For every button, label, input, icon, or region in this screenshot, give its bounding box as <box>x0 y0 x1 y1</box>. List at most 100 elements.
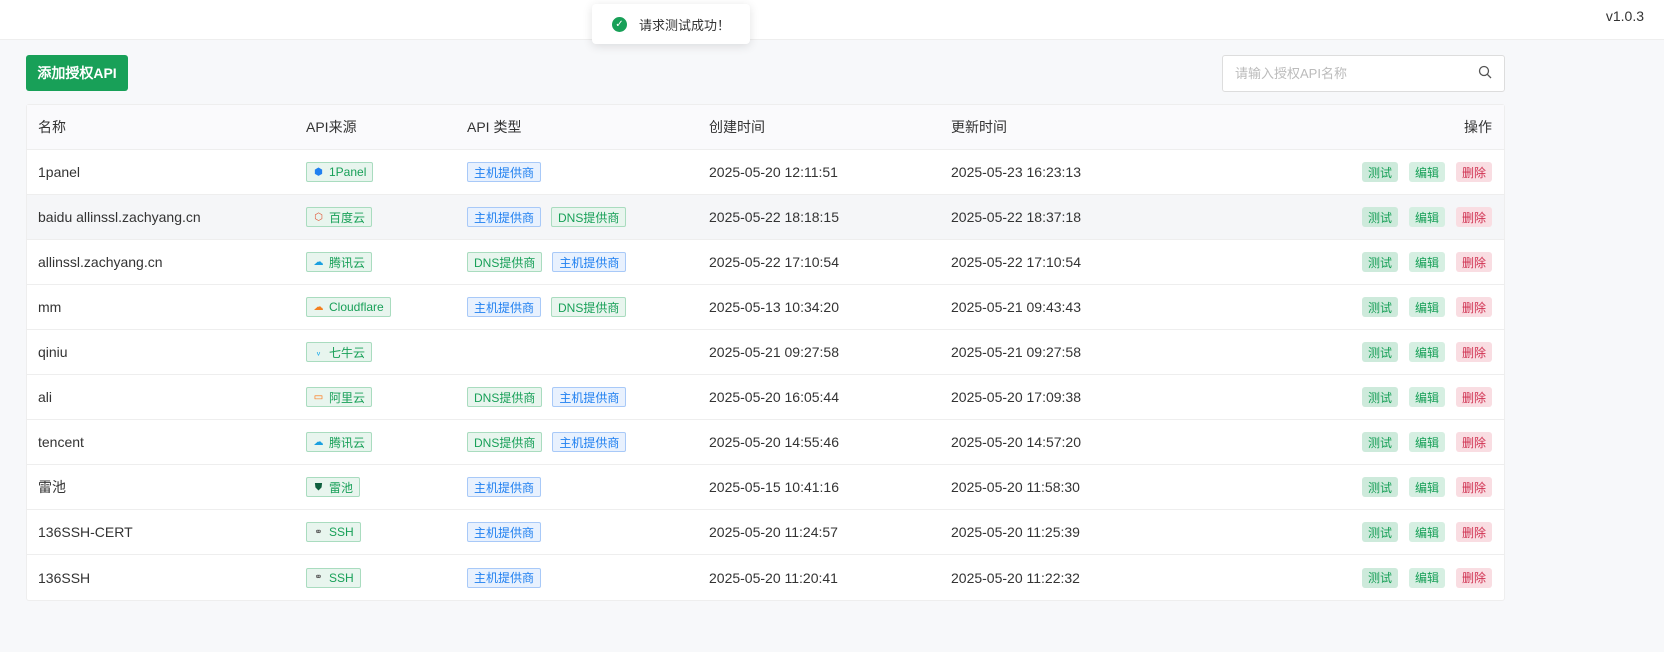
type-tag: 主机提供商 <box>552 387 627 407</box>
source-label: Cloudflare <box>329 300 384 314</box>
updated-time: 2025-05-21 09:43:43 <box>951 299 1081 315</box>
type-cell: 主机提供商 <box>467 162 542 182</box>
edit-button[interactable]: 编辑 <box>1408 522 1445 542</box>
created-time: 2025-05-21 09:27:58 <box>709 344 839 360</box>
search-input[interactable] <box>1235 66 1478 81</box>
test-button[interactable]: 测试 <box>1361 522 1398 542</box>
tencent-cloud-icon: ☁ <box>313 436 324 448</box>
api-name: baidu allinssl.zachyang.cn <box>38 209 201 225</box>
type-cell: DNS提供商 主机提供商 <box>467 252 627 272</box>
delete-button[interactable]: 删除 <box>1455 477 1492 497</box>
created-time: 2025-05-22 18:18:15 <box>709 209 839 225</box>
delete-button[interactable]: 删除 <box>1455 342 1492 362</box>
search-icon[interactable] <box>1478 65 1492 82</box>
type-tag: DNS提供商 <box>467 432 543 452</box>
source-cell: ⛊ 雷池 <box>306 477 361 497</box>
edit-button[interactable]: 编辑 <box>1408 252 1445 272</box>
edit-button[interactable]: 编辑 <box>1408 297 1445 317</box>
created-time: 2025-05-13 10:34:20 <box>709 299 839 315</box>
source-cell: ▭ 阿里云 <box>306 387 373 407</box>
table-row: tencent ☁ 腾讯云 DNS提供商 主机提供商 2025-05-20 14:5… <box>27 420 1504 465</box>
source-cell: ⬡ 百度云 <box>306 207 373 227</box>
edit-button[interactable]: 编辑 <box>1408 342 1445 362</box>
test-button[interactable]: 测试 <box>1361 252 1398 272</box>
source-cell: ⚭ SSH <box>306 567 361 588</box>
table-row: mm ☁ Cloudflare 主机提供商 DNS提供商 2025-05-13 10… <box>27 285 1504 330</box>
table-row: 136SSH ⚭ SSH 主机提供商 2025-05-20 11:20:41 20… <box>27 555 1504 600</box>
delete-button[interactable]: 删除 <box>1455 522 1492 542</box>
type-cell: 主机提供商 DNS提供商 <box>467 297 627 317</box>
edit-button[interactable]: 编辑 <box>1408 567 1445 588</box>
delete-button[interactable]: 删除 <box>1455 207 1492 227</box>
source-tag: ᵥ 七牛云 <box>306 342 373 362</box>
source-tag: ⬡ 百度云 <box>306 207 373 227</box>
updated-time: 2025-05-20 11:25:39 <box>951 524 1080 540</box>
header-type: API 类型 <box>467 119 522 135</box>
test-button[interactable]: 测试 <box>1361 342 1398 362</box>
source-cell: ᵥ 七牛云 <box>306 342 373 362</box>
source-label: 腾讯云 <box>329 435 366 450</box>
source-tag: ☁ Cloudflare <box>306 297 391 317</box>
source-label: SSH <box>329 570 354 585</box>
delete-button[interactable]: 删除 <box>1455 252 1492 272</box>
test-button[interactable]: 测试 <box>1361 162 1398 182</box>
source-tag: ☁ 腾讯云 <box>306 432 373 452</box>
test-button[interactable]: 测试 <box>1361 477 1398 497</box>
edit-button[interactable]: 编辑 <box>1408 207 1445 227</box>
type-cell: 主机提供商 <box>467 567 542 588</box>
type-tag: DNS提供商 <box>551 297 627 317</box>
check-circle-icon: ✓ <box>612 16 627 32</box>
edit-button[interactable]: 编辑 <box>1408 387 1445 407</box>
edit-button[interactable]: 编辑 <box>1408 432 1445 452</box>
type-tag: 主机提供商 <box>467 567 542 588</box>
test-button[interactable]: 测试 <box>1361 432 1398 452</box>
type-tag: 主机提供商 <box>467 297 542 317</box>
api-name: 雷池 <box>38 479 66 495</box>
actions-cell: 测试 编辑 删除 <box>1361 522 1492 542</box>
actions-cell: 测试 编辑 删除 <box>1361 297 1492 317</box>
table-row: baidu allinssl.zachyang.cn ⬡ 百度云 主机提供商 DNS… <box>27 195 1504 240</box>
source-label: 1Panel <box>329 165 367 179</box>
test-button[interactable]: 测试 <box>1361 387 1398 407</box>
link-icon: ⚭ <box>314 526 323 538</box>
created-time: 2025-05-20 11:24:57 <box>709 524 838 540</box>
1panel-icon: ⬢ <box>314 166 323 178</box>
type-tag: 主机提供商 <box>552 432 627 452</box>
table-header: 名称 API来源 API 类型 创建时间 更新时间 操作 <box>27 105 1504 150</box>
top-bar: v1.0.3 <box>0 0 1664 40</box>
add-api-button[interactable]: 添加授权API <box>26 55 128 91</box>
api-table: 名称 API来源 API 类型 创建时间 更新时间 操作 1panel ⬢ 1Pa… <box>26 104 1505 601</box>
edit-button[interactable]: 编辑 <box>1408 477 1445 497</box>
edit-button[interactable]: 编辑 <box>1408 162 1445 182</box>
test-button[interactable]: 测试 <box>1361 297 1398 317</box>
delete-button[interactable]: 删除 <box>1455 297 1492 317</box>
test-button[interactable]: 测试 <box>1361 567 1398 588</box>
source-tag: ▭ 阿里云 <box>306 387 373 407</box>
api-name: allinssl.zachyang.cn <box>38 254 163 270</box>
type-tag: 主机提供商 <box>467 162 542 182</box>
updated-time: 2025-05-22 17:10:54 <box>951 254 1081 270</box>
delete-button[interactable]: 删除 <box>1455 387 1492 407</box>
updated-time: 2025-05-20 14:57:20 <box>951 434 1081 450</box>
type-cell: 主机提供商 DNS提供商 <box>467 207 627 227</box>
type-cell: DNS提供商 主机提供商 <box>467 432 627 452</box>
header-updated: 更新时间 <box>951 119 1007 135</box>
delete-button[interactable]: 删除 <box>1455 162 1492 182</box>
api-name: qiniu <box>38 344 68 360</box>
search-box[interactable] <box>1222 55 1505 92</box>
source-label: 百度云 <box>329 210 366 225</box>
version-label: v1.0.3 <box>1605 8 1644 24</box>
delete-button[interactable]: 删除 <box>1455 567 1492 588</box>
table-row: allinssl.zachyang.cn ☁ 腾讯云 DNS提供商 主机提供商 20… <box>27 240 1504 285</box>
aliyun-icon: ▭ <box>313 391 324 403</box>
table-row: 136SSH-CERT ⚭ SSH 主机提供商 2025-05-20 11:24:… <box>27 510 1504 555</box>
actions-cell: 测试 编辑 删除 <box>1361 387 1492 407</box>
updated-time: 2025-05-20 11:58:30 <box>951 479 1080 495</box>
delete-button[interactable]: 删除 <box>1455 432 1492 452</box>
type-tag: 主机提供商 <box>467 207 542 227</box>
updated-time: 2025-05-20 11:22:32 <box>951 569 1080 586</box>
source-tag: ⛊ 雷池 <box>306 477 361 497</box>
test-button[interactable]: 测试 <box>1361 207 1398 227</box>
qiniu-icon: ᵥ <box>316 346 321 358</box>
created-time: 2025-05-20 14:55:46 <box>709 434 839 450</box>
